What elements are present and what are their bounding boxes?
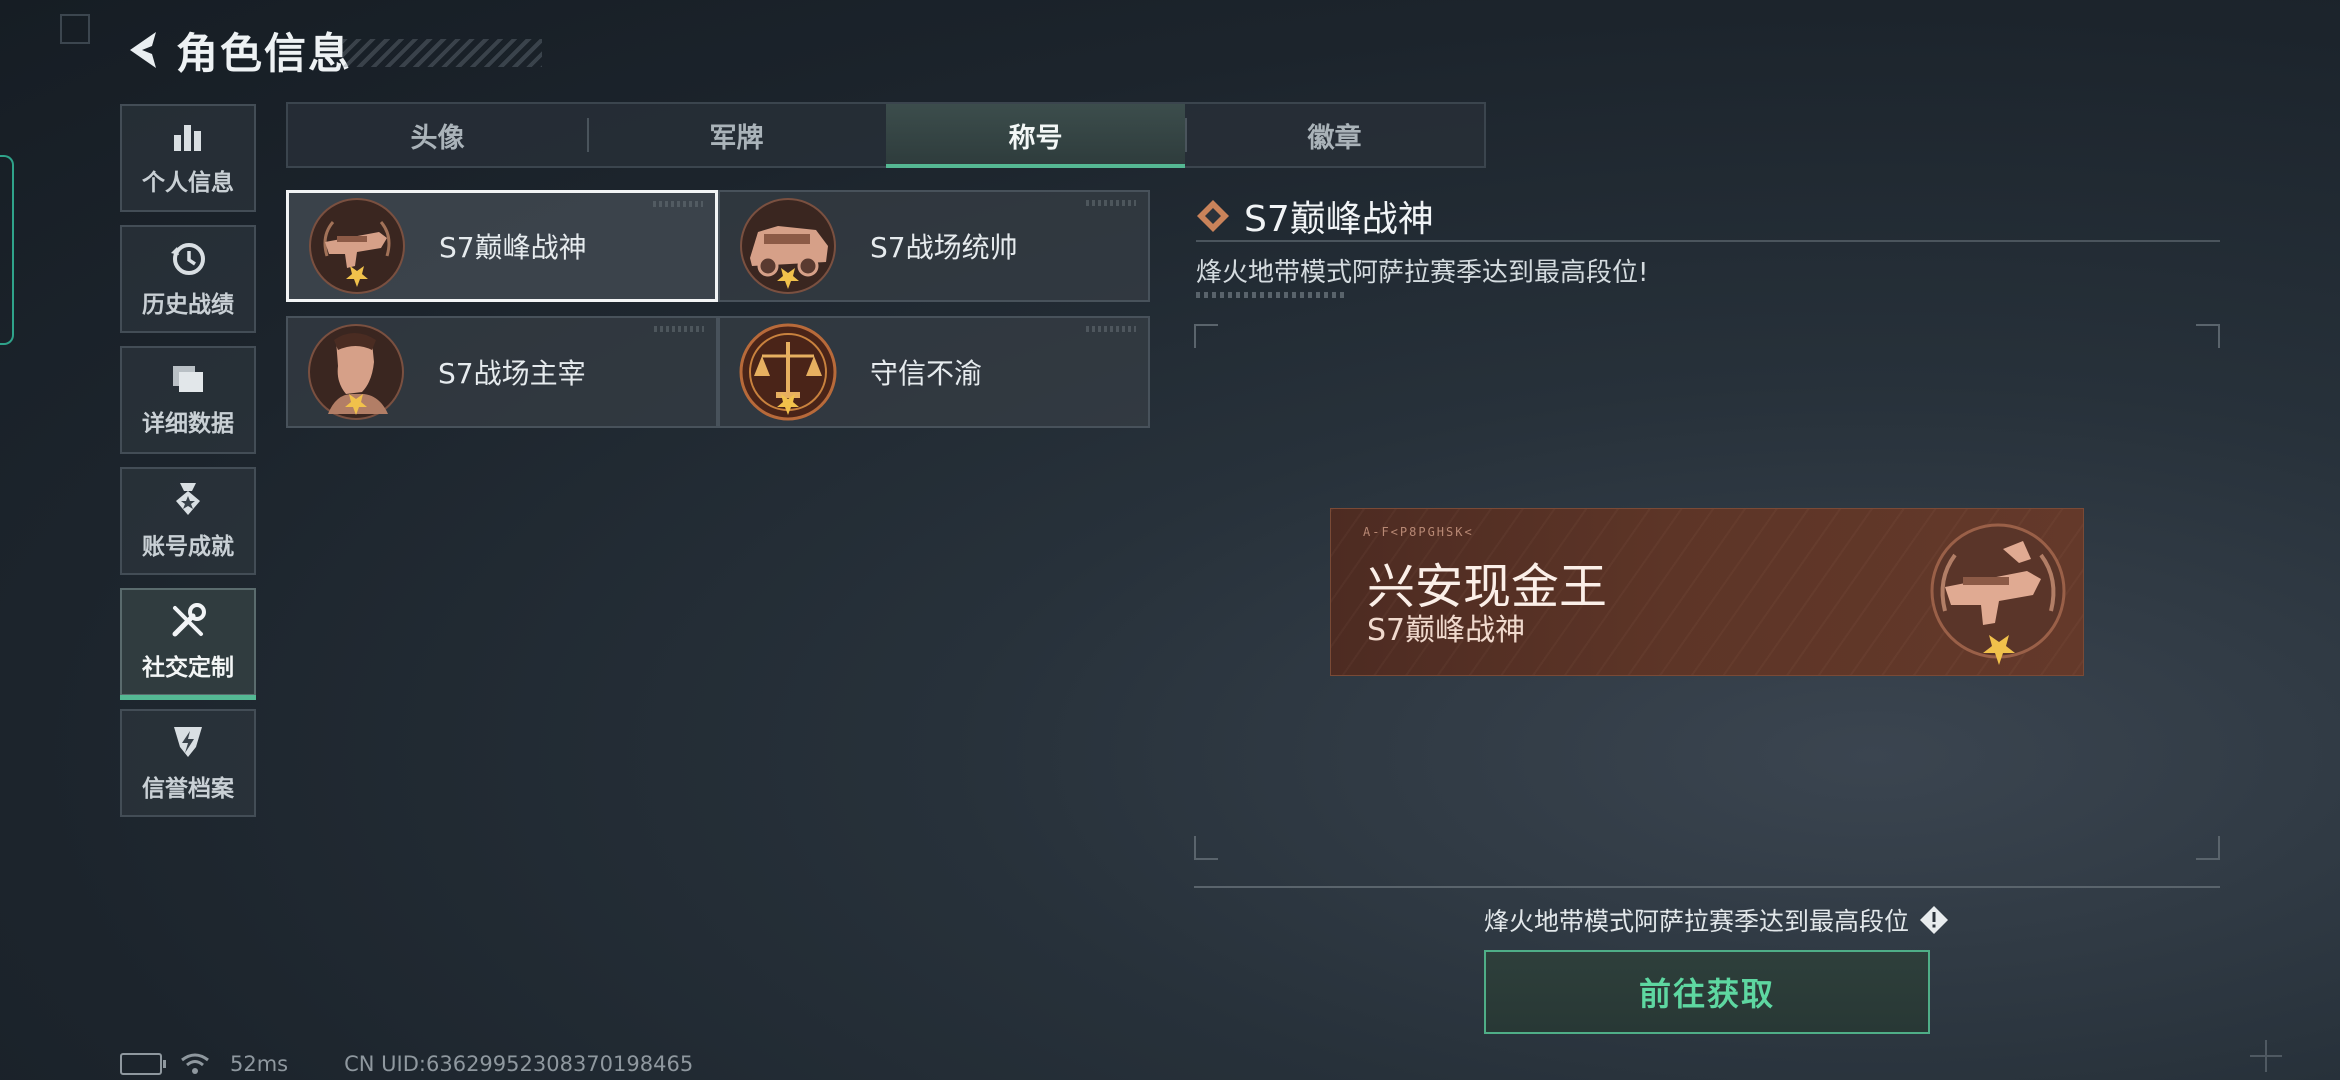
warning-icon[interactable] (1919, 905, 1949, 935)
title-name: S7巅峰战神 (439, 231, 587, 264)
sidebar-item-label: 个人信息 (142, 170, 234, 196)
clock-history-icon (171, 243, 205, 275)
requirement-text: 烽火地带模式阿萨拉赛季达到最高段位 (1484, 907, 1910, 936)
title-card[interactable]: S7战场统帅 (718, 190, 1150, 302)
sidebar-item-label: 信誉档案 (142, 776, 234, 802)
sidebar-item-label: 账号成就 (142, 534, 234, 560)
wifi-icon (181, 1053, 209, 1074)
card-decoration (654, 326, 704, 332)
title-name: S7战场主宰 (438, 357, 586, 390)
banner-code: A-F<P8PGHSK< (1363, 525, 1474, 539)
gun-medal-icon (1930, 523, 2066, 665)
header: 角色信息 (120, 22, 543, 78)
title-card[interactable]: S7战场主宰 (286, 316, 718, 428)
detail-description: 烽火地带模式阿萨拉赛季达到最高段位! (1196, 258, 1649, 288)
sidebar-item-label: 详细数据 (142, 411, 234, 437)
folder-icon (173, 366, 203, 392)
go-obtain-label: 前往获取 (1638, 975, 1775, 1013)
tab-dog-tag[interactable]: 军牌 (587, 104, 886, 166)
sidebar-item-history[interactable]: 历史战绩 (120, 225, 256, 333)
page-title: 角色信息 (176, 28, 353, 78)
sidebar-item-achievements[interactable]: 账号成就 (120, 467, 256, 575)
card-decoration (653, 201, 703, 207)
edge-handle[interactable] (0, 155, 14, 345)
tab-badge[interactable]: 徽章 (1185, 104, 1484, 166)
go-obtain-button[interactable]: 前往获取 (1484, 950, 1930, 1034)
diamond-icon (1197, 200, 1229, 232)
battery-icon (120, 1053, 166, 1075)
title-name: S7战场统帅 (870, 231, 1018, 264)
sidebar: 个人信息 历史战绩 详细数据 账号成就 社交定制 信誉档案 (120, 104, 256, 830)
sidebar-item-social-customize[interactable]: 社交定制 (120, 588, 256, 700)
card-decoration (1086, 326, 1136, 332)
requirement-row: 烽火地带模式阿萨拉赛季达到最高段位 (1484, 902, 1949, 938)
ping-text: 52ms (230, 1052, 289, 1076)
title-preview-banner: A-F<P8PGHSK< 兴安现金王 S7巅峰战神 (1330, 508, 2084, 676)
tools-icon (172, 603, 206, 637)
divider (1194, 886, 2220, 888)
scales-medal-icon (739, 323, 837, 421)
tab-bar: 头像 军牌 称号 徽章 (286, 102, 1486, 168)
title-decoration (342, 39, 543, 67)
shield-bolt-icon (174, 727, 202, 757)
title-name: 守信不渝 (870, 357, 983, 390)
tab-avatar[interactable]: 头像 (288, 104, 587, 166)
sidebar-item-reputation[interactable]: 信誉档案 (120, 709, 256, 817)
divider (1196, 240, 2220, 242)
tab-title[interactable]: 称号 (886, 104, 1185, 168)
banner-title-name: S7巅峰战神 (1367, 613, 1526, 648)
sidebar-item-detailed-data[interactable]: 详细数据 (120, 346, 256, 454)
card-decoration (1086, 200, 1136, 206)
title-card[interactable]: S7巅峰战神 (286, 190, 718, 302)
title-card[interactable]: 守信不渝 (718, 316, 1150, 428)
description-decoration (1196, 292, 1346, 298)
gun-medal-icon (309, 198, 405, 294)
back-button[interactable] (120, 28, 164, 72)
corner-square (60, 14, 90, 44)
soldier-medal-icon (308, 324, 404, 420)
status-bar: 52ms CN UID:63629952308370198465 (120, 1052, 693, 1076)
uid-text: CN UID:63629952308370198465 (344, 1052, 694, 1076)
detail-header: S7巅峰战神 (1196, 190, 1434, 242)
back-arrow-icon (130, 32, 156, 68)
bar-chart-icon (174, 125, 201, 151)
detail-title: S7巅峰战神 (1244, 199, 1434, 240)
vehicle-medal-icon (740, 198, 836, 294)
sidebar-item-personal-info[interactable]: 个人信息 (120, 104, 256, 212)
crosshair-icon (2250, 1040, 2282, 1072)
medal-icon (176, 483, 200, 515)
sidebar-item-label: 社交定制 (142, 655, 234, 681)
sidebar-item-label: 历史战绩 (142, 292, 234, 318)
